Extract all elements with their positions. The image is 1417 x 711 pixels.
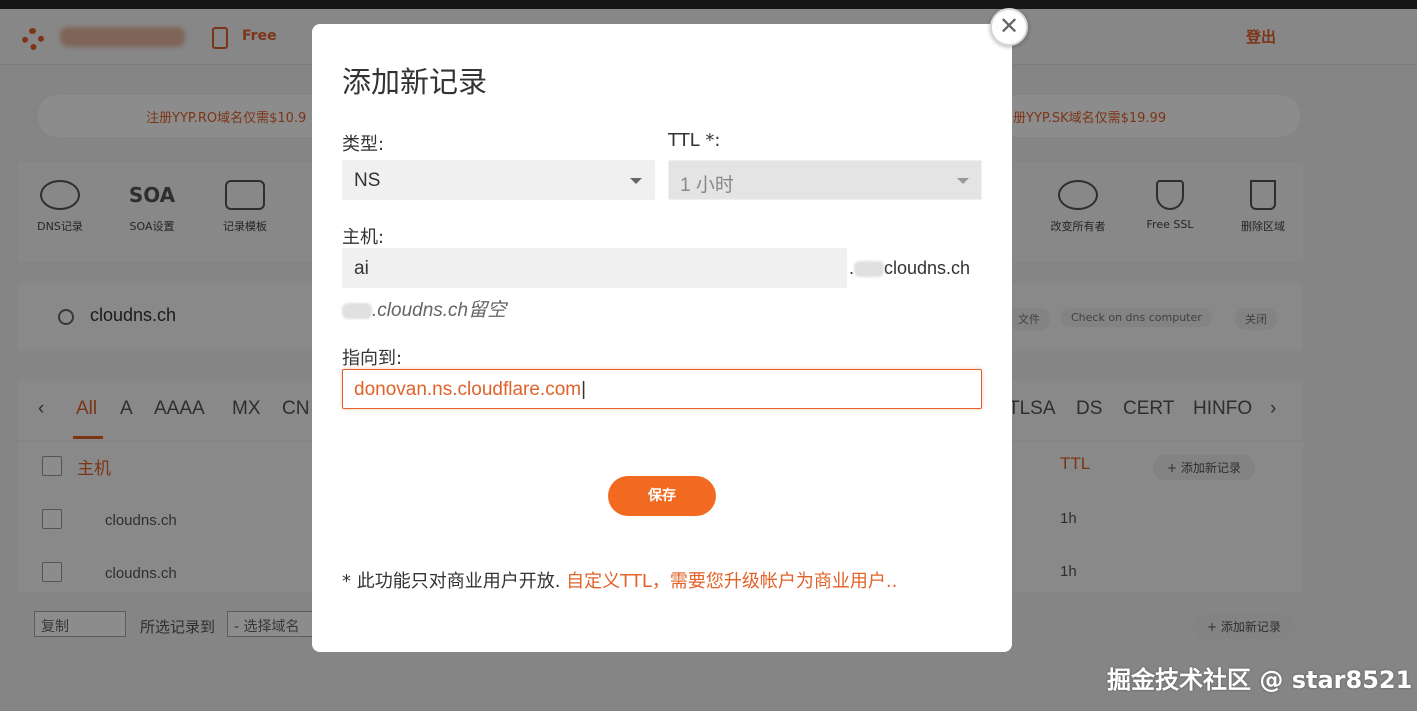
host-hint-text: .cloudns.ch留空	[372, 300, 507, 321]
chevron-down-icon	[630, 178, 642, 184]
business-note: * 此功能只对商业用户开放. 自定义TTL，需要您升级帐户为商业用户..	[342, 567, 897, 593]
close-icon[interactable]: ✕	[990, 8, 1028, 46]
host-input-value: ai	[354, 258, 369, 279]
host-suffix: . cloudns.ch	[849, 258, 971, 278]
ttl-select: 1 小时	[668, 160, 982, 200]
watermark: 掘金技术社区 @ star8521	[1107, 666, 1413, 694]
type-select[interactable]: NS	[342, 160, 655, 200]
upgrade-link[interactable]: 自定义TTL，需要您升级帐户为商业用户..	[566, 571, 897, 592]
points-to-value: donovan.ns.cloudflare.com	[354, 379, 582, 400]
dialog-title: 添加新记录	[342, 65, 488, 99]
host-input[interactable]: ai	[342, 248, 847, 288]
redacted-subdomain	[854, 261, 885, 278]
host-suffix-text: cloudns.ch	[884, 258, 971, 278]
type-select-value: NS	[354, 170, 381, 191]
chevron-down-icon	[957, 178, 969, 184]
add-record-dialog: 添加新记录 类型: NS TTL *: 1 小时 主机: ai . cloudns…	[312, 24, 1012, 652]
save-button[interactable]: 保存	[608, 476, 716, 516]
note-text: * 此功能只对商业用户开放.	[342, 571, 567, 592]
redacted-subdomain	[342, 302, 372, 319]
ttl-label: TTL *:	[668, 130, 721, 151]
ttl-select-value: 1 小时	[680, 175, 734, 196]
host-label: 主机:	[342, 227, 385, 248]
points-to-label: 指向到:	[342, 348, 403, 369]
type-label: 类型:	[342, 134, 385, 155]
text-cursor: |	[581, 379, 587, 400]
host-hint: .cloudns.ch留空	[342, 295, 506, 322]
points-to-input[interactable]: donovan.ns.cloudflare.com|	[342, 369, 982, 409]
